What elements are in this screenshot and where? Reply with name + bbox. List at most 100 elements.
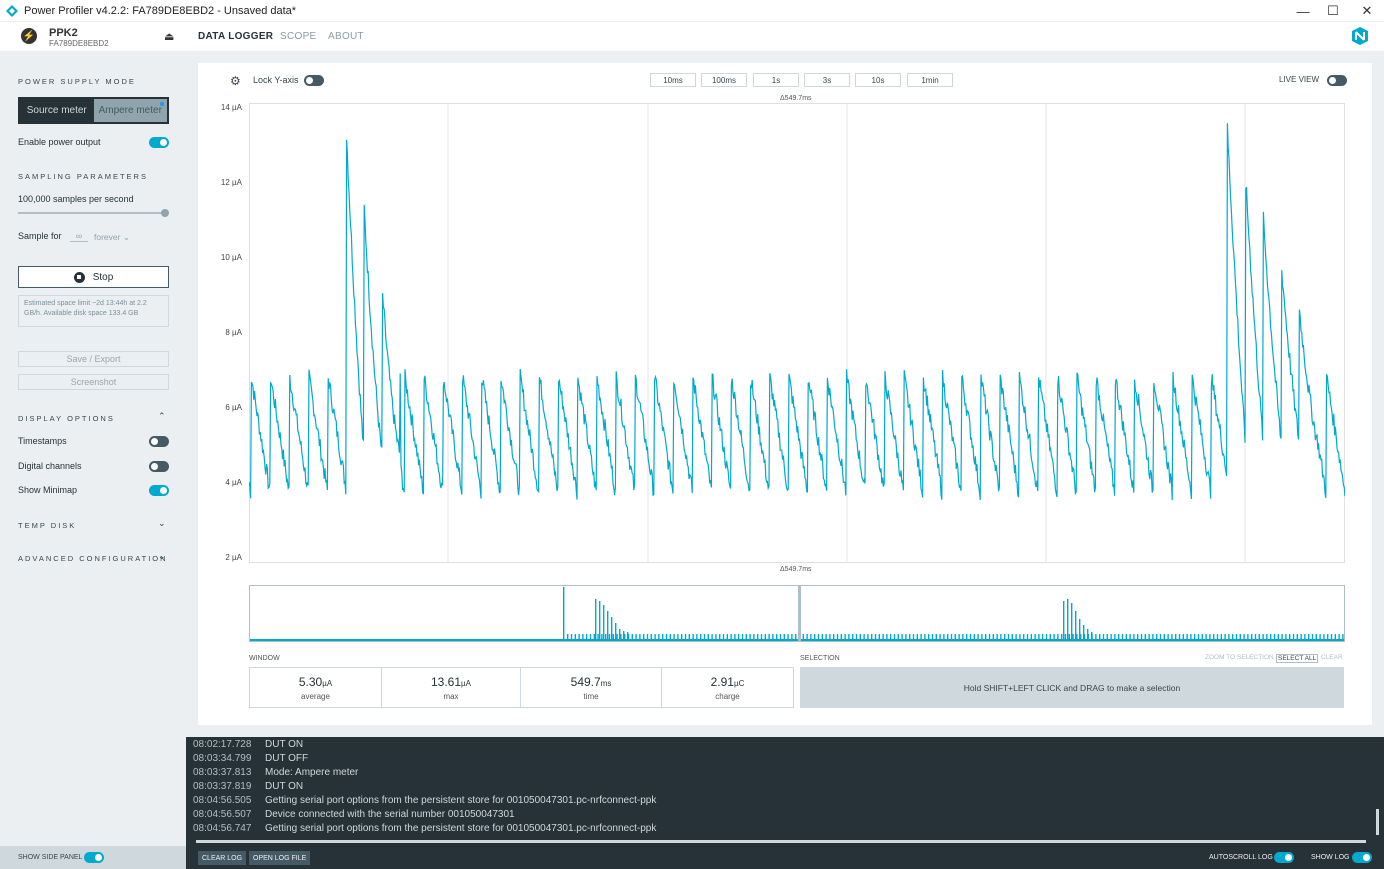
advanced-configuration-title[interactable]: ADVANCED CONFIGURATION (18, 554, 168, 563)
minimap-bar (1063, 601, 1065, 641)
sample-rate-slider-handle[interactable] (161, 209, 169, 217)
save-export-button[interactable]: Save / Export (18, 351, 169, 367)
log-entry: 08:04:56.505 Getting serial port options … (193, 795, 656, 809)
ampere-meter-label: Ampere meter (98, 105, 162, 116)
minimap-bar (639, 634, 641, 641)
minimap-bar (1330, 634, 1333, 641)
chevron-up-icon[interactable]: ⌃ (158, 411, 166, 422)
window-10ms-button[interactable]: 10ms (650, 73, 696, 87)
tab-data-logger[interactable]: DATA LOGGER (198, 31, 273, 42)
minimap-bar (1300, 634, 1302, 641)
sample-duration-unit-select[interactable]: forever ⌄ (94, 232, 130, 243)
minimap-window-handle[interactable] (798, 586, 801, 641)
maximize-button[interactable]: ☐ (1316, 0, 1350, 22)
minimap-bar (973, 634, 975, 641)
source-meter-button[interactable]: Source meter (20, 99, 94, 122)
minimap-bar (844, 634, 846, 641)
window-1s-button[interactable]: 1s (753, 73, 799, 87)
minimap-bar (1334, 634, 1336, 641)
stop-button[interactable]: Stop (18, 266, 169, 288)
max-unit: µA (461, 679, 471, 688)
minimap-bar (855, 634, 858, 641)
minimap-bar (1049, 634, 1051, 641)
minimap-bar (1220, 634, 1222, 641)
sample-rate-slider-track[interactable] (18, 212, 165, 214)
show-side-panel-label: SHOW SIDE PANEL (18, 854, 83, 861)
minimap-bar (810, 634, 812, 641)
minimap-bar (848, 634, 850, 641)
autoscroll-log-toggle[interactable] (1274, 852, 1294, 863)
tab-about[interactable]: ABOUT (328, 31, 364, 42)
log-entry: 08:03:34.799 DUT OFF (193, 753, 308, 767)
minimize-button[interactable]: — (1286, 0, 1320, 22)
sample-duration-input[interactable]: ∞ (70, 231, 88, 242)
bottom-bar: SHOW SIDE PANEL CLEAR LOG OPEN LOG FILE … (0, 846, 1384, 869)
zoom-to-selection-button[interactable]: ZOOM TO SELECTION (1205, 654, 1274, 661)
minimap-bar (1075, 611, 1077, 641)
selection-title: SELECTION (800, 655, 840, 662)
enable-power-output-toggle[interactable] (149, 137, 169, 148)
log-vertical-scrollbar[interactable] (1376, 809, 1379, 835)
eject-icon[interactable]: ⏏ (164, 30, 174, 43)
live-view-toggle[interactable] (1327, 75, 1347, 86)
window-100ms-button[interactable]: 100ms (701, 73, 747, 87)
minimap-bar (635, 634, 637, 641)
show-log-toggle[interactable] (1352, 852, 1372, 863)
charge-value: 2.91 (710, 675, 734, 689)
screenshot-button[interactable]: Screenshot (18, 374, 169, 390)
log-entry: 08:04:56.747 Getting serial port options … (193, 823, 656, 837)
clear-selection-button[interactable]: CLEAR (1321, 654, 1343, 661)
gear-icon[interactable]: ⚙ (230, 74, 241, 88)
minimap-bar (928, 634, 930, 641)
minimap-bar (1292, 634, 1295, 641)
minimap-bar (703, 634, 706, 641)
time-delta-top: Δ549.7ms (780, 95, 812, 102)
minimap-bar (787, 634, 789, 641)
minimap-bar (943, 634, 945, 641)
temp-disk-title[interactable]: TEMP DISK (18, 521, 76, 530)
minimap-bar (673, 634, 675, 641)
select-all-button[interactable]: SELECT ALL (1276, 654, 1319, 663)
log-message: Mode: Ampere meter (265, 767, 359, 778)
minimap-bar (722, 634, 725, 641)
live-view-label: LIVE VIEW (1279, 75, 1320, 84)
minimap-bar (646, 634, 649, 641)
minimap-bar (939, 634, 941, 641)
clear-log-button[interactable]: CLEAR LOG (198, 851, 247, 865)
device-icon: ⚡ (21, 28, 37, 44)
close-button[interactable]: ✕ (1350, 0, 1384, 22)
ampere-meter-button[interactable]: Ampere meter (93, 99, 167, 122)
timestamps-toggle[interactable] (149, 436, 169, 447)
show-side-panel-toggle[interactable] (84, 852, 104, 863)
device-name[interactable]: PPK2 (49, 27, 78, 39)
chevron-down-icon[interactable]: ⌄ (158, 518, 166, 529)
log-panel: 08:02:17.728 DUT ON 08:03:34.799 DUT OFF 0… (186, 737, 1384, 846)
show-minimap-toggle[interactable] (149, 485, 169, 496)
minimap-bar (757, 634, 759, 641)
minimap-bar (677, 634, 679, 641)
minimap-bar (603, 605, 605, 641)
minimap-bar (772, 634, 774, 641)
tab-scope[interactable]: SCOPE (280, 31, 317, 42)
chevron-down-icon[interactable]: ⌄ (158, 551, 166, 562)
open-log-file-button[interactable]: OPEN LOG FILE (249, 851, 311, 865)
current-chart[interactable] (249, 103, 1345, 563)
minimap-bar (1045, 634, 1048, 641)
y-tick-label: 10 µA (220, 253, 242, 262)
display-options-title[interactable]: DISPLAY OPTIONS (18, 414, 115, 423)
window-3s-button[interactable]: 3s (804, 73, 850, 87)
minimap-bar (1281, 634, 1283, 641)
digital-channels-toggle[interactable] (149, 461, 169, 472)
minimap[interactable] (249, 585, 1345, 642)
window-10s-button[interactable]: 10s (855, 73, 901, 87)
y-tick-label: 12 µA (220, 178, 242, 187)
minimap-bar (570, 634, 573, 641)
log-horizontal-scrollbar[interactable] (196, 840, 1366, 843)
show-log-label: SHOW LOG (1311, 854, 1350, 861)
log-entry: 08:03:37.819 DUT ON (193, 781, 303, 795)
minimap-bar (643, 634, 645, 641)
lock-y-axis-toggle[interactable] (304, 75, 324, 86)
window-1min-button[interactable]: 1min (907, 73, 953, 87)
minimap-bar (779, 634, 782, 641)
minimap-bar (802, 634, 804, 641)
